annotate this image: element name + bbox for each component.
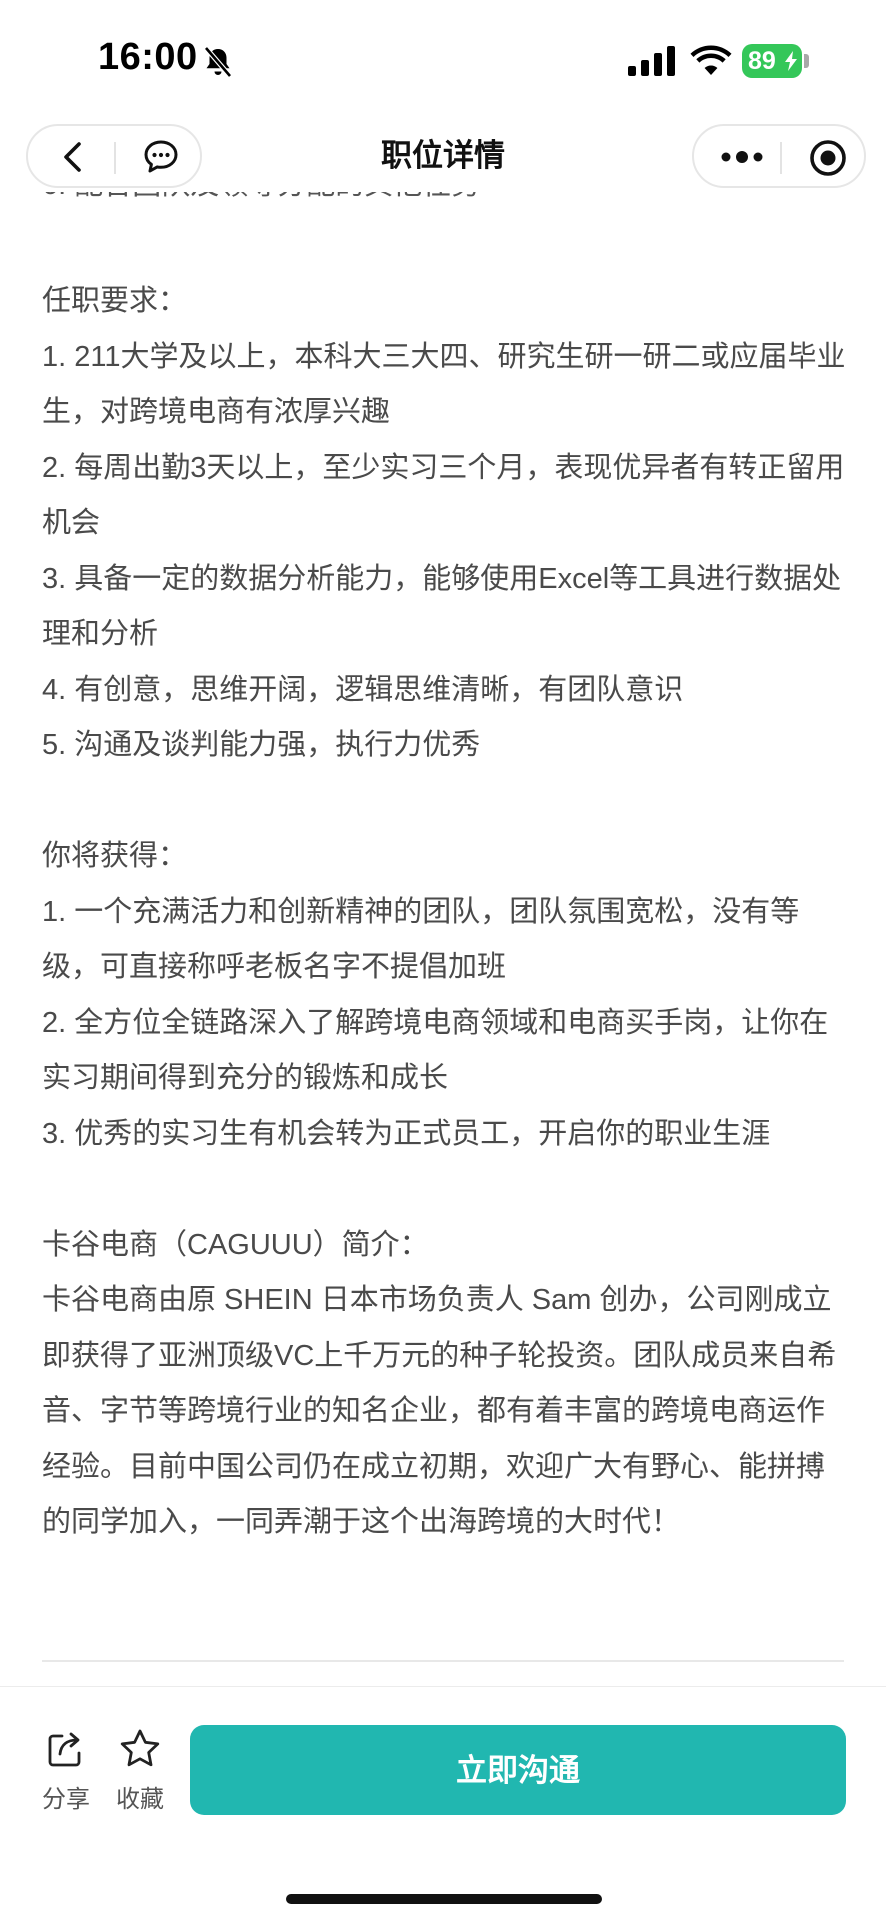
job-description[interactable]: 6. 配合团队及领导分配的其他任务 任职要求： 1. 211大学及以上，本科大三… [42, 192, 850, 1664]
benefit-item: 1. 一个充满活力和创新精神的团队，团队氛围宽松，没有等级，可直接称呼老板名字不… [42, 895, 800, 984]
nav-bar: 职位详情 [0, 120, 886, 192]
back-icon[interactable] [58, 140, 90, 174]
bell-slash-icon [204, 46, 232, 78]
signal-icon [628, 46, 675, 76]
benefit-item: 3. 优秀的实习生有机会转为正式员工，开启你的职业生涯 [42, 1117, 771, 1150]
company-intro: 卡谷电商由原 SHEIN 日本市场负责人 Sam 创办，公司刚成立即获得了亚洲顶… [42, 1284, 837, 1538]
content-divider [42, 1660, 844, 1662]
favorite-button[interactable]: 收藏 [110, 1727, 170, 1814]
capsule-divider [780, 142, 782, 174]
partial-duty-line: 6. 配合团队及领导分配的其他任务 [42, 192, 480, 212]
share-label: 分享 [42, 1786, 90, 1813]
requirement-item: 2. 每周出勤3天以上，至少实习三个月，表现优异者有转正留用机会 [42, 451, 845, 540]
company-heading: 卡谷电商（CAGUUU）简介： [42, 1228, 429, 1261]
nav-right-capsule [692, 124, 866, 188]
battery-tip [804, 54, 809, 68]
share-icon [48, 1732, 81, 1767]
status-bar: 16:00 89 [0, 0, 886, 120]
share-button[interactable]: 分享 [36, 1727, 96, 1814]
benefits-heading: 你将获得： [42, 840, 188, 872]
wifi-icon [690, 45, 732, 75]
target-icon[interactable] [808, 138, 848, 178]
requirement-item: 4. 有创意，思维开阔，逻辑思维清晰，有团队意识 [42, 673, 684, 706]
capsule-divider [114, 142, 116, 174]
requirement-item: 5. 沟通及谈判能力强，执行力优秀 [42, 729, 481, 761]
bolt-icon [785, 51, 797, 71]
chat-now-button[interactable]: 立即沟通 [190, 1725, 846, 1815]
home-indicator[interactable] [286, 1894, 602, 1904]
more-icon[interactable] [718, 144, 766, 170]
requirement-item: 1. 211大学及以上，本科大三大四、研究生研一研二或应届毕业生，对跨境电商有浓… [42, 340, 846, 429]
bottom-action-bar: 分享 收藏 立即沟通 [0, 1686, 886, 1921]
requirements-heading: 任职要求： [42, 285, 188, 317]
battery-icon: 89 [742, 44, 802, 78]
description-text: 任职要求： 1. 211大学及以上，本科大三大四、研究生研一研二或应届毕业生，对… [42, 274, 850, 1551]
requirement-item: 3. 具备一定的数据分析能力，能够使用Excel等工具进行数据处理和分析 [42, 562, 842, 651]
nav-left-capsule [26, 124, 202, 188]
chat-icon[interactable] [142, 138, 180, 176]
star-icon [120, 1729, 160, 1767]
favorite-label: 收藏 [116, 1786, 164, 1813]
battery-level: 89 [748, 47, 776, 75]
benefit-item: 2. 全方位全链路深入了解跨境电商领域和电商买手岗，让你在实习期间得到充分的锻炼… [42, 1006, 829, 1095]
status-time: 16:00 [98, 36, 198, 78]
